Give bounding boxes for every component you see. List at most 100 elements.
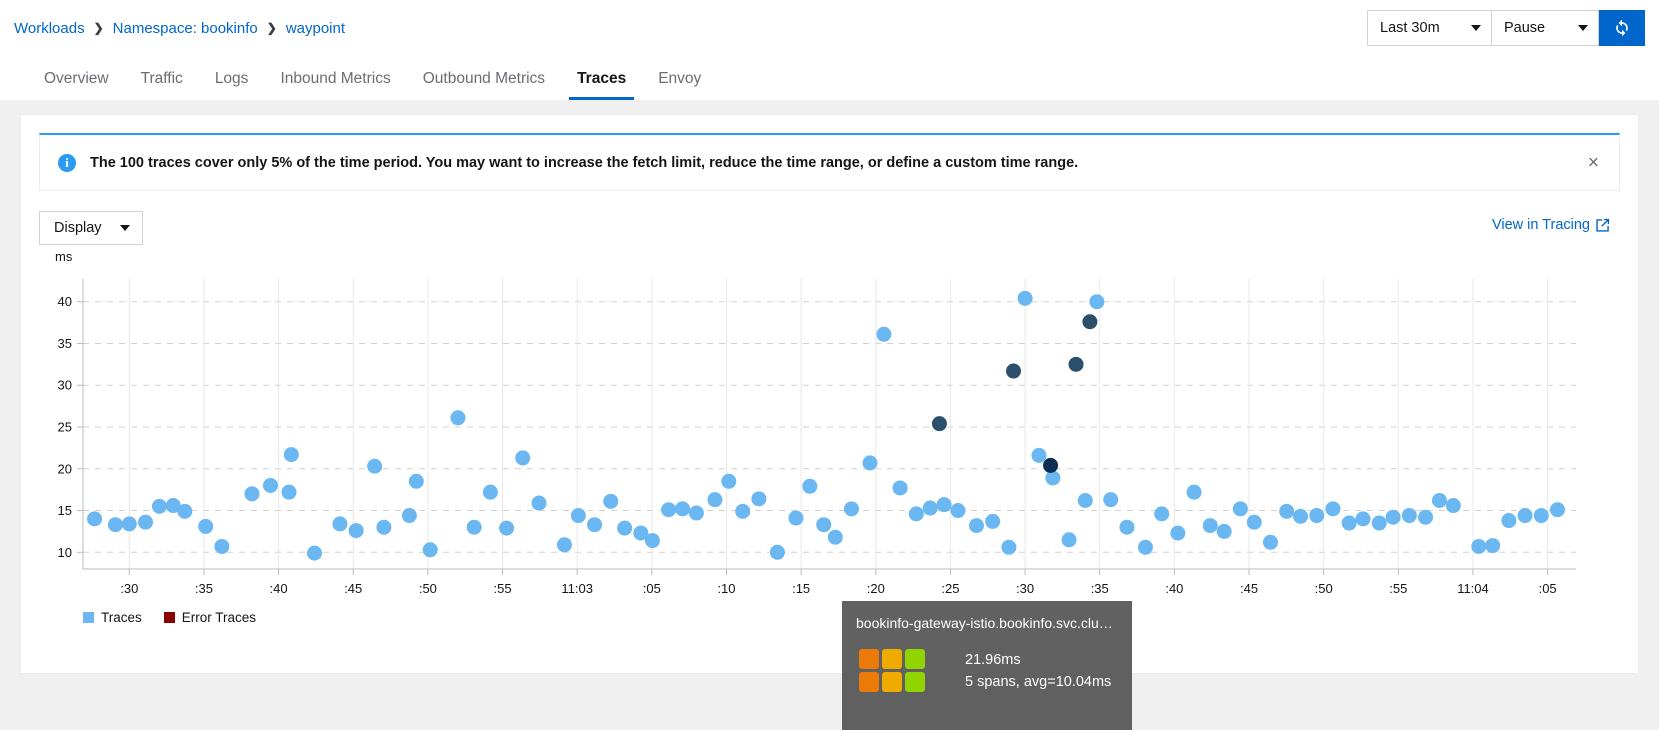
refresh-interval-select[interactable]: Pause — [1491, 10, 1599, 46]
trace-data-point[interactable] — [923, 501, 938, 516]
trace-data-point[interactable] — [515, 450, 530, 465]
trace-data-point[interactable] — [1279, 504, 1294, 519]
trace-data-point[interactable] — [467, 520, 482, 535]
trace-data-point[interactable] — [198, 519, 213, 534]
display-dropdown-button[interactable]: Display — [39, 211, 143, 245]
trace-data-point[interactable] — [645, 533, 660, 548]
trace-data-point[interactable] — [969, 518, 984, 533]
trace-data-point[interactable] — [1501, 513, 1516, 528]
trace-data-point[interactable] — [87, 511, 102, 526]
trace-data-point[interactable] — [122, 516, 137, 531]
trace-data-point[interactable] — [1342, 516, 1357, 531]
trace-data-point[interactable] — [1263, 535, 1278, 550]
trace-data-point[interactable] — [1170, 526, 1185, 541]
trace-data-point[interactable] — [177, 504, 192, 519]
trace-data-point[interactable] — [617, 521, 632, 536]
trace-data-point[interactable] — [937, 497, 952, 512]
trace-data-point[interactable] — [587, 517, 602, 532]
breadcrumb-item-namespace[interactable]: Namespace: bookinfo — [113, 20, 258, 37]
refresh-button[interactable] — [1599, 10, 1645, 46]
trace-data-point[interactable] — [932, 416, 947, 431]
trace-data-point[interactable] — [1031, 448, 1046, 463]
trace-data-point[interactable] — [1386, 510, 1401, 525]
tab-traces[interactable]: Traces — [561, 70, 642, 100]
trace-data-point[interactable] — [1471, 539, 1486, 554]
trace-data-point[interactable] — [367, 459, 382, 474]
tab-logs[interactable]: Logs — [199, 70, 265, 100]
trace-data-point[interactable] — [1103, 492, 1118, 507]
trace-data-point[interactable] — [816, 517, 831, 532]
trace-data-point[interactable] — [909, 506, 924, 521]
trace-data-point[interactable] — [1309, 508, 1324, 523]
trace-data-point[interactable] — [557, 537, 572, 552]
trace-data-point[interactable] — [770, 545, 785, 560]
trace-data-point[interactable] — [844, 501, 859, 516]
trace-data-point[interactable] — [402, 508, 417, 523]
trace-data-point[interactable] — [950, 503, 965, 518]
breadcrumb-item-workloads[interactable]: Workloads — [14, 20, 85, 37]
trace-data-point[interactable] — [138, 515, 153, 530]
trace-data-point[interactable] — [735, 504, 750, 519]
trace-data-point[interactable] — [603, 494, 618, 509]
trace-data-point[interactable] — [108, 517, 123, 532]
trace-data-point[interactable] — [707, 492, 722, 507]
trace-data-point[interactable] — [483, 485, 498, 500]
trace-data-point[interactable] — [1138, 540, 1153, 555]
trace-data-point[interactable] — [450, 410, 465, 425]
trace-data-point[interactable] — [1446, 498, 1461, 513]
trace-data-point[interactable] — [1418, 510, 1433, 525]
trace-data-point[interactable] — [876, 327, 891, 342]
trace-data-point[interactable] — [1247, 515, 1262, 530]
tab-overview[interactable]: Overview — [28, 70, 125, 100]
legend-item-traces[interactable]: Traces — [83, 610, 142, 625]
trace-data-point[interactable] — [721, 474, 736, 489]
trace-data-point[interactable] — [349, 523, 364, 538]
trace-data-point[interactable] — [863, 455, 878, 470]
trace-data-point[interactable] — [788, 511, 803, 526]
trace-data-point[interactable] — [284, 447, 299, 462]
trace-data-point[interactable] — [985, 514, 1000, 529]
trace-data-point[interactable] — [214, 539, 229, 554]
trace-data-point[interactable] — [893, 480, 908, 495]
trace-data-point[interactable] — [376, 520, 391, 535]
chart-plot-area[interactable]: 10152025303540:30:35:40:45:50:5511:03:05… — [21, 257, 1638, 637]
trace-data-point[interactable] — [1082, 314, 1097, 329]
trace-data-point[interactable] — [689, 506, 704, 521]
trace-data-point[interactable] — [423, 542, 438, 557]
trace-data-point[interactable] — [802, 479, 817, 494]
trace-data-point[interactable] — [1293, 509, 1308, 524]
trace-data-point[interactable] — [332, 516, 347, 531]
tab-inbound-metrics[interactable]: Inbound Metrics — [264, 70, 406, 100]
legend-item-error-traces[interactable]: Error Traces — [164, 610, 256, 625]
trace-data-point[interactable] — [1534, 508, 1549, 523]
tab-envoy[interactable]: Envoy — [642, 70, 717, 100]
trace-data-point[interactable] — [1518, 508, 1533, 523]
trace-data-point[interactable] — [1402, 508, 1417, 523]
trace-data-point[interactable] — [1550, 502, 1565, 517]
trace-data-point[interactable] — [499, 521, 514, 536]
trace-data-point[interactable] — [152, 499, 167, 514]
trace-data-point[interactable] — [1001, 540, 1016, 555]
trace-data-point[interactable] — [307, 546, 322, 561]
trace-data-point[interactable] — [1119, 520, 1134, 535]
trace-data-point[interactable] — [1043, 458, 1058, 473]
trace-data-point[interactable] — [1325, 501, 1340, 516]
breadcrumb-item-waypoint[interactable]: waypoint — [286, 20, 345, 37]
trace-data-point[interactable] — [751, 491, 766, 506]
trace-data-point[interactable] — [828, 530, 843, 545]
trace-data-point[interactable] — [1062, 532, 1077, 547]
tab-outbound-metrics[interactable]: Outbound Metrics — [407, 70, 561, 100]
trace-data-point[interactable] — [1217, 524, 1232, 539]
trace-data-point[interactable] — [282, 485, 297, 500]
trace-data-point[interactable] — [1485, 538, 1500, 553]
trace-data-point[interactable] — [1078, 493, 1093, 508]
tab-traffic[interactable]: Traffic — [125, 70, 199, 100]
trace-data-point[interactable] — [675, 501, 690, 516]
trace-data-point[interactable] — [1018, 291, 1033, 306]
view-in-tracing-link[interactable]: View in Tracing — [1492, 217, 1610, 233]
trace-data-point[interactable] — [263, 478, 278, 493]
trace-data-point[interactable] — [1089, 294, 1104, 309]
trace-data-point[interactable] — [409, 474, 424, 489]
close-icon[interactable]: × — [1584, 149, 1603, 176]
trace-data-point[interactable] — [1203, 518, 1218, 533]
